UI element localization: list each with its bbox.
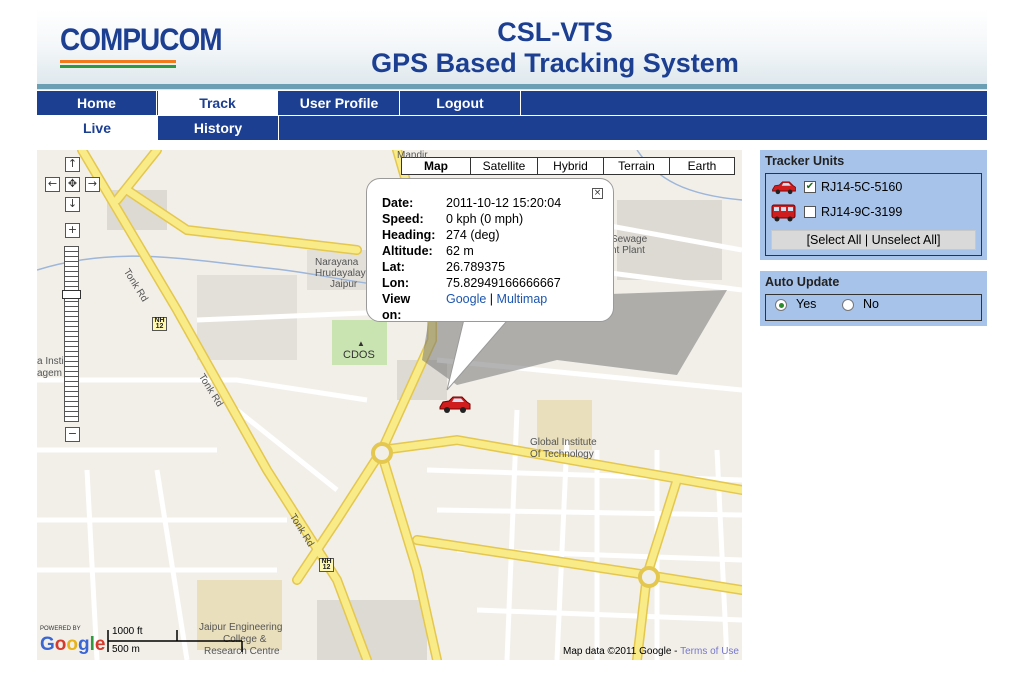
tracker-units-list: ✔ RJ14-5C-5160 RJ14-9C-3199 [Select All … (765, 173, 982, 256)
pan-down-icon[interactable]: ↓ (65, 197, 80, 212)
zoom-in-icon[interactable]: + (65, 223, 80, 238)
unit-label-1: RJ14-5C-5160 (821, 180, 903, 194)
map-label-global-1: Global Institute (530, 437, 597, 448)
nh12-shield-icon: NH 12 (319, 558, 334, 572)
map-type-terrain[interactable]: Terrain (603, 158, 669, 174)
map-data-attribution: Map data ©2011 Google - Terms of Use (563, 646, 739, 657)
scale-feet: 1000 ft (112, 626, 143, 637)
radio-no[interactable] (842, 299, 854, 311)
map-label-left-2: agem (37, 368, 63, 379)
zoom-out-icon[interactable]: − (65, 427, 80, 442)
map-label-sewage-1: Sewage (611, 234, 648, 245)
tab-live[interactable]: Live (37, 116, 158, 140)
logo-stripe-green (60, 65, 176, 68)
sub-nav: Live History (37, 116, 987, 140)
map-label-narayana-3: Jaipur (330, 279, 358, 290)
pan-up-icon[interactable]: ↑ (65, 157, 80, 172)
google-link[interactable]: Google (446, 292, 486, 306)
map-scale: 1000 ft 500 m (107, 626, 247, 656)
close-icon[interactable]: × (592, 188, 603, 199)
map-type-selector: Map Satellite Hybrid Terrain Earth (401, 157, 735, 175)
bus-icon (771, 204, 796, 222)
google-logo[interactable]: Google (40, 634, 105, 656)
powered-by-text: POWERED BY (40, 626, 81, 632)
unit-checkbox-1[interactable]: ✔ (804, 181, 816, 193)
radio-no-label: No (863, 297, 879, 311)
page: COMPUCOM CSL-VTS GPS Based Tracking Syst… (0, 0, 1020, 677)
radio-yes-label: Yes (796, 297, 817, 311)
zoom-slider-thumb[interactable] (62, 290, 81, 299)
logo-text: COMPUCOM (60, 22, 223, 57)
terms-of-use-link[interactable]: Terms of Use (680, 646, 739, 657)
radio-yes[interactable] (775, 299, 787, 311)
map-label-global-2: Of Technology (530, 449, 594, 460)
tab-user-profile[interactable]: User Profile (279, 91, 400, 115)
app-title: CSL-VTS (497, 17, 613, 47)
pan-right-icon[interactable]: → (85, 177, 100, 192)
select-all-button[interactable]: [Select All | Unselect All] (771, 230, 976, 250)
logo-stripe-orange (60, 60, 176, 63)
map-label-sewage-2: nt Plant (611, 245, 645, 256)
tree-icon: ▲ (357, 339, 365, 348)
map-label-mandir: Mandir (397, 150, 428, 161)
pan-center-icon[interactable]: ✥ (65, 177, 80, 192)
info-window: × Date: 2011-10-12 15:20:04 Speed: 0 kph… (366, 178, 614, 322)
tab-home[interactable]: Home (37, 91, 157, 115)
tracker-units-panel: Tracker Units ✔ RJ14-5C-5160 RJ14-9C-319… (760, 150, 987, 260)
header-divider (37, 84, 987, 89)
map-label-narayana-2: Hrudayalaya (315, 268, 372, 279)
nh12-shield-icon: NH 12 (152, 317, 167, 331)
tracker-units-title: Tracker Units (765, 154, 845, 168)
zoom-slider[interactable] (64, 246, 79, 422)
compucom-logo: COMPUCOM (60, 22, 223, 72)
unit-checkbox-2[interactable] (804, 206, 816, 218)
map-label-narayana-1: Narayana (315, 257, 359, 268)
unit-label-2: RJ14-9C-3199 (821, 205, 903, 219)
tab-history[interactable]: History (158, 116, 279, 140)
map-label-cdos: CDOS (343, 349, 375, 361)
car-marker-icon[interactable] (438, 396, 472, 414)
main-nav: Home Track User Profile Logout (37, 91, 987, 115)
scale-meters: 500 m (112, 644, 140, 655)
auto-update-options: Yes No (765, 294, 982, 321)
app-subtitle: GPS Based Tracking System (371, 48, 739, 78)
auto-update-title: Auto Update (765, 275, 840, 289)
map-type-earth[interactable]: Earth (669, 158, 734, 174)
map-view[interactable]: Map Satellite Hybrid Terrain Earth ↑ ← ✥… (37, 150, 742, 660)
map-type-hybrid[interactable]: Hybrid (537, 158, 603, 174)
pan-left-icon[interactable]: ← (45, 177, 60, 192)
multimap-link[interactable]: Multimap (497, 292, 548, 306)
auto-update-panel: Auto Update Yes No (760, 271, 987, 326)
map-label-left-1: a Insti (37, 356, 64, 367)
map-type-satellite[interactable]: Satellite (470, 158, 537, 174)
tab-track[interactable]: Track (158, 91, 278, 115)
car-icon (772, 181, 796, 195)
tab-logout[interactable]: Logout (400, 91, 521, 115)
